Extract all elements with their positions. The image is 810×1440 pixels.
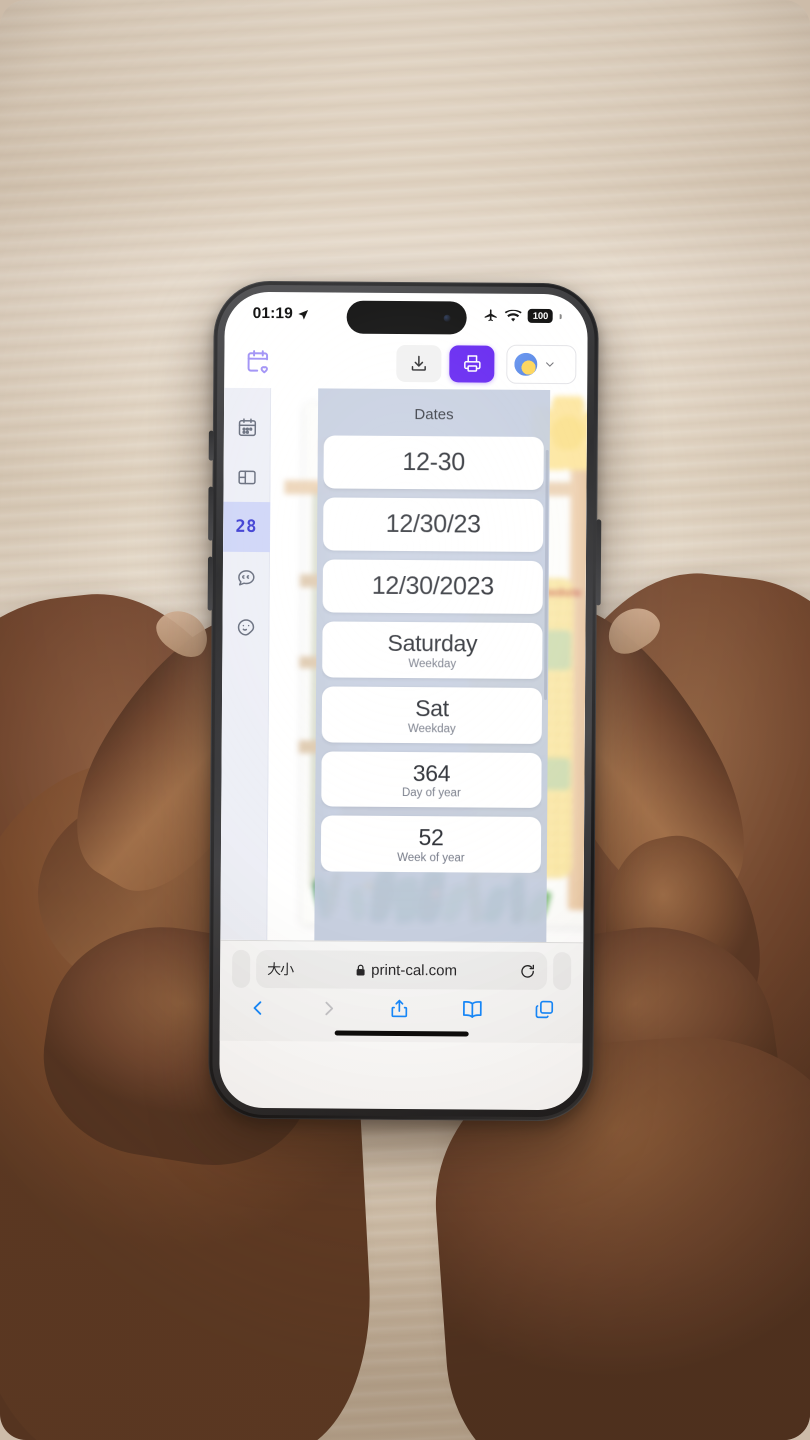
url-center-group: print-cal.com: [293, 961, 519, 980]
printer-icon: [463, 355, 481, 372]
tabs-button[interactable]: [534, 999, 555, 1020]
print-button[interactable]: [449, 344, 495, 383]
front-camera-lens: [443, 314, 451, 322]
calendar-heart-logo-icon: [247, 350, 269, 374]
calendar-icon: [238, 417, 256, 436]
date-card-sub: Week of year: [397, 852, 465, 865]
forward-button[interactable]: [318, 997, 338, 1019]
date-card[interactable]: 12/30/2023: [322, 559, 543, 614]
text-size-label: 大小: [267, 961, 294, 978]
status-indicators: 100: [483, 308, 562, 325]
date-card-sub: Weekday: [407, 722, 456, 736]
sidebar-item-quotes[interactable]: [222, 552, 269, 602]
date-card[interactable]: 12-30: [323, 435, 544, 490]
date-card[interactable]: Saturday Weekday: [322, 621, 543, 679]
status-time: 01:19: [252, 304, 293, 323]
panel-scrollbar[interactable]: [544, 449, 549, 701]
download-icon: [411, 355, 426, 371]
document-canvas: My Daily Plan Today's Schedule: [267, 388, 588, 943]
power-button[interactable]: [595, 519, 602, 606]
chevron-down-icon: [546, 361, 554, 367]
date-card[interactable]: 52 Week of year: [320, 815, 542, 874]
status-time-group: 01:19: [253, 305, 310, 323]
date-card[interactable]: Sat Weekday: [321, 686, 543, 744]
date-card-value: 12-30: [402, 447, 465, 477]
next-tab-edge[interactable]: [552, 952, 572, 991]
safari-toolbar: [220, 988, 583, 1024]
date-card-sub: Day of year: [401, 787, 461, 800]
dates-panel-title: Dates: [414, 406, 454, 424]
right-thumbnail: [599, 598, 667, 662]
date-card-value: 52: [418, 824, 444, 851]
download-button[interactable]: [396, 344, 442, 382]
quote-bubble-icon: [237, 569, 255, 586]
app-body: 28 Schedule Dates 12-30 12/30/23 12/30/2…: [220, 387, 588, 943]
status-bar: 01:19 100: [225, 292, 588, 339]
previous-tab-edge[interactable]: [231, 949, 251, 988]
dates-card-list: 12-30 12/30/23 12/30/2023 Saturday Weekd…: [320, 435, 544, 874]
date-card-value: 364: [412, 759, 451, 786]
home-indicator[interactable]: [334, 1030, 469, 1037]
wifi-icon: [504, 309, 522, 321]
date-card[interactable]: 364 Day of year: [321, 751, 542, 809]
account-menu-button[interactable]: [506, 344, 577, 384]
date-card-value: 12/30/2023: [371, 571, 494, 601]
volume-down-button[interactable]: [207, 556, 214, 611]
back-button[interactable]: [248, 996, 268, 1018]
date-card-sub: Weekday: [408, 657, 457, 671]
avatar: [514, 352, 538, 376]
dates-panel: Dates 12-30 12/30/23 12/30/2023 Saturday…: [314, 388, 551, 943]
safari-chrome: 大小 print-cal.com: [219, 939, 584, 1044]
left-thumbnail: [149, 601, 217, 665]
app-logo[interactable]: [236, 349, 280, 375]
date-card-value: Sat: [415, 694, 449, 722]
bookmarks-button[interactable]: [460, 997, 483, 1020]
sidebar-item-dates-label: 28: [235, 516, 258, 537]
app-toolbar: [224, 335, 588, 391]
dynamic-island: [346, 300, 467, 335]
sidebar-rail: 28: [220, 387, 272, 941]
location-arrow-icon: [298, 309, 309, 320]
battery-tip: [559, 313, 562, 319]
date-card-value: Saturday: [387, 629, 478, 657]
airplane-mode-icon: [484, 309, 497, 322]
sidebar-item-layout[interactable]: [223, 452, 270, 502]
sidebar-item-dates[interactable]: 28: [222, 501, 270, 553]
volume-up-button[interactable]: [208, 486, 214, 541]
chevron-right-icon: [324, 1001, 333, 1015]
sidebar-item-stickers[interactable]: [222, 602, 269, 652]
sidebar-item-calendar[interactable]: [223, 402, 270, 452]
right-thumb-base: [586, 822, 776, 1050]
lock-icon: [356, 964, 365, 976]
text-size-button[interactable]: 大小: [267, 959, 293, 979]
safari-url-row: 大小 print-cal.com: [220, 949, 583, 991]
silent-switch[interactable]: [208, 430, 214, 461]
url-text: print-cal.com: [371, 961, 458, 979]
phone-screen: 01:19 100 28 Schedule Dates 12-30 12/30/…: [219, 291, 588, 1111]
chevron-left-icon: [253, 1000, 262, 1015]
share-icon: [391, 999, 408, 1018]
reload-icon: [521, 964, 534, 978]
date-card-value: 12/30/23: [385, 509, 481, 539]
address-bar[interactable]: 大小 print-cal.com: [255, 949, 548, 991]
tabs-icon: [535, 1000, 554, 1019]
scene-backdrop: 01:19 100 28 Schedule Dates 12-30 12/30/…: [0, 0, 810, 1440]
reload-button[interactable]: [519, 962, 536, 979]
date-card[interactable]: 12/30/23: [323, 497, 544, 552]
battery-indicator: 100: [527, 308, 553, 324]
share-button[interactable]: [389, 997, 410, 1020]
sticker-face-icon: [237, 618, 254, 636]
book-icon: [462, 1000, 482, 1018]
layout-panel-icon: [237, 469, 256, 484]
phone-device: 01:19 100 28 Schedule Dates 12-30 12/30/…: [207, 280, 602, 1122]
